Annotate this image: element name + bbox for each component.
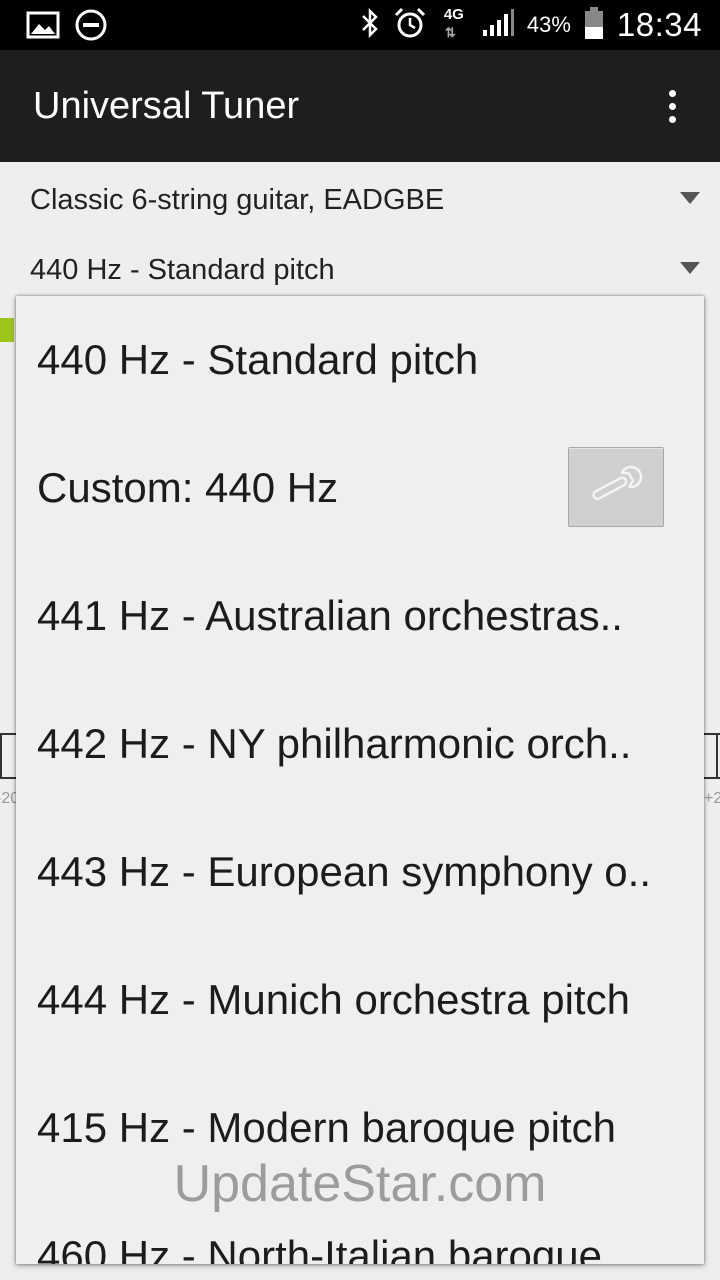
watermark: UpdateStar.com <box>173 1155 547 1213</box>
alarm-icon <box>393 6 427 44</box>
pitch-spinner-value: 440 Hz - Standard pitch <box>30 254 335 286</box>
wrench-icon <box>585 465 647 509</box>
clock: 18:34 <box>616 6 702 43</box>
meter-edge-left <box>0 733 2 779</box>
instrument-spinner[interactable]: Classic 6-string guitar, EADGBE <box>0 170 720 230</box>
meter-edge-right <box>716 733 718 779</box>
meter-label-right: +2 <box>704 790 720 807</box>
battery-icon <box>583 6 605 44</box>
gallery-icon <box>26 11 60 43</box>
status-bar-left <box>26 8 108 46</box>
overflow-menu-icon[interactable] <box>652 82 692 130</box>
dropdown-arrow-icon <box>680 262 700 274</box>
dropdown-item-442-ny[interactable]: 442 Hz - NY philharmonic orch.. <box>16 680 704 808</box>
app-title: Universal Tuner <box>33 85 300 127</box>
dropdown-item-label: 443 Hz - European symphony o.. <box>37 848 652 895</box>
dropdown-item-label: 441 Hz - Australian orchestras.. <box>37 592 623 639</box>
dropdown-item-443-european[interactable]: 443 Hz - European symphony o.. <box>16 808 704 936</box>
instrument-spinner-value: Classic 6-string guitar, EADGBE <box>30 184 445 216</box>
data-arrows-icon: ⇅ <box>444 25 456 40</box>
battery-percent: 43% <box>526 12 571 37</box>
bluetooth-icon <box>359 7 381 42</box>
status-bar-right: 4G ⇅ 43% 18:34 <box>359 0 702 50</box>
pitch-dropdown-list[interactable]: 440 Hz - Standard pitch Custom: 440 Hz 4… <box>16 296 704 1264</box>
pitch-spinner[interactable]: 440 Hz - Standard pitch <box>0 240 720 300</box>
network-type-label: 4G <box>443 6 464 23</box>
dropdown-item-label: 442 Hz - NY philharmonic orch.. <box>37 720 632 767</box>
dropdown-item-444-munich[interactable]: 444 Hz - Munich orchestra pitch <box>16 936 704 1064</box>
dropdown-item-441-australian[interactable]: 441 Hz - Australian orchestras.. <box>16 552 704 680</box>
status-bar: 4G ⇅ 43% 18:34 <box>0 0 720 50</box>
accent-tab <box>0 318 14 342</box>
network-4g-icon: 4G ⇅ <box>439 7 469 43</box>
dropdown-item-label: 444 Hz - Munich orchestra pitch <box>37 976 630 1023</box>
dropdown-item-label: 440 Hz - Standard pitch <box>37 336 479 383</box>
dropdown-item-440-standard[interactable]: 440 Hz - Standard pitch <box>16 296 704 424</box>
signal-icon <box>481 8 515 42</box>
dropdown-item-label: Custom: 440 Hz <box>37 464 339 511</box>
custom-pitch-settings-button[interactable] <box>568 447 664 527</box>
dropdown-arrow-icon <box>680 192 700 204</box>
do-not-disturb-icon <box>74 8 108 46</box>
